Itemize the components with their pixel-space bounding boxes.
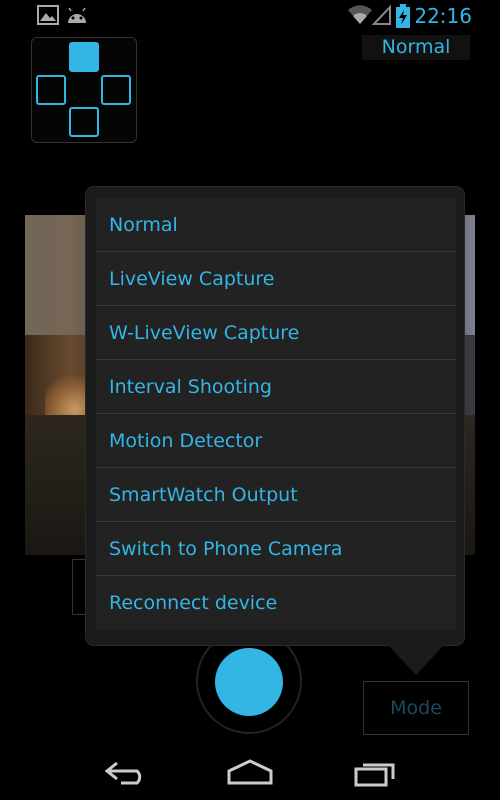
menu-item-liveview-capture[interactable]: LiveView Capture (96, 252, 456, 306)
dpad-left-cell[interactable] (36, 75, 66, 105)
recents-icon[interactable] (353, 757, 399, 791)
back-icon[interactable] (103, 757, 149, 791)
menu-item-w-liveview-capture[interactable]: W-LiveView Capture (96, 306, 456, 360)
signal-icon (371, 4, 392, 30)
status-time: 22:16 (414, 4, 472, 28)
dpad-right-cell[interactable] (101, 75, 131, 105)
navigation-bar (0, 745, 500, 800)
shutter-button[interactable] (215, 648, 283, 716)
focus-area-selector[interactable] (31, 37, 137, 143)
menu-item-smartwatch-output[interactable]: SmartWatch Output (96, 468, 456, 522)
mode-menu: Normal LiveView Capture W-LiveView Captu… (86, 187, 464, 645)
current-mode-label: Normal (362, 35, 470, 60)
menu-item-normal[interactable]: Normal (96, 198, 456, 252)
menu-pointer-arrow (388, 645, 444, 675)
menu-item-interval-shooting[interactable]: Interval Shooting (96, 360, 456, 414)
mode-menu-list: Normal LiveView Capture W-LiveView Captu… (96, 198, 456, 630)
status-bar: 22:16 (0, 0, 500, 33)
android-icon (65, 5, 89, 29)
dpad-down-cell[interactable] (69, 107, 99, 137)
dpad-up-cell[interactable] (69, 42, 99, 72)
gallery-icon (37, 5, 59, 29)
menu-item-motion-detector[interactable]: Motion Detector (96, 414, 456, 468)
menu-item-switch-phone-camera[interactable]: Switch to Phone Camera (96, 522, 456, 576)
menu-item-reconnect-device[interactable]: Reconnect device (96, 576, 456, 630)
battery-charging-icon (396, 4, 410, 32)
home-icon[interactable] (227, 757, 273, 791)
mode-button[interactable]: Mode (363, 681, 469, 735)
wifi-icon (347, 4, 373, 30)
